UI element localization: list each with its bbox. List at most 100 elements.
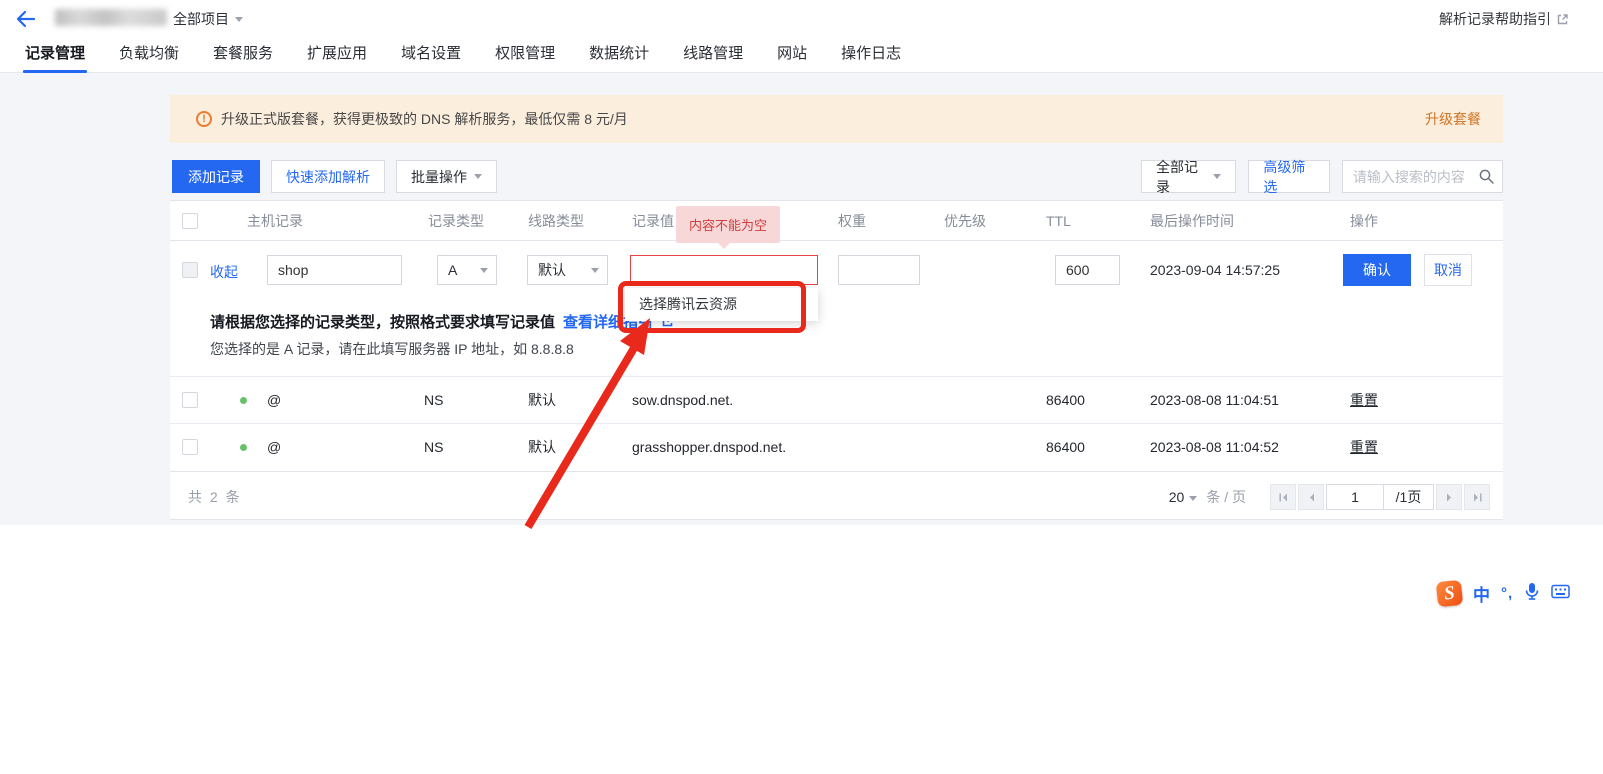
table-row: @ NS 默认 sow.dnspod.net. 86400 2023-08-08…: [170, 376, 1503, 423]
pagination: 20 条 / 页 /1页: [1169, 484, 1490, 510]
cell-line: 默认: [528, 377, 556, 423]
toolbar-right: 全部记录 高级筛选: [1141, 160, 1503, 193]
col-ttl: TTL: [1046, 201, 1071, 241]
batch-operations-dropdown[interactable]: 批量操作: [396, 160, 497, 193]
table-footer: 共 2 条 20 条 / 页 /1页: [170, 471, 1503, 521]
col-actions: 操作: [1350, 201, 1378, 241]
record-type-value: A: [448, 262, 457, 278]
warning-icon: !: [196, 111, 212, 127]
line-type-select[interactable]: 默认: [527, 255, 608, 285]
tab-extensions[interactable]: 扩展应用: [307, 38, 367, 73]
record-value-help-title: 请根据您选择的记录类型，按照格式要求填写记录值 查看详细指引: [210, 311, 674, 332]
chevron-down-icon[interactable]: [1189, 496, 1197, 501]
per-page-label: 条 / 页: [1206, 487, 1246, 507]
ime-punctuation-toggle[interactable]: °,: [1501, 585, 1513, 602]
chevron-down-icon: [474, 174, 482, 179]
search-icon[interactable]: [1478, 168, 1495, 188]
record-filter-label: 全部记录: [1156, 157, 1206, 197]
edit-record-row: 收起 A 默认 2023-09-04 14:57:25 确认 取消 请根据您选择…: [170, 241, 1503, 376]
page-number-input[interactable]: [1326, 484, 1384, 510]
reset-link[interactable]: 重置: [1350, 424, 1378, 470]
col-value: 记录值: [632, 201, 674, 241]
row-checkbox[interactable]: [182, 392, 198, 408]
cell-host: @: [267, 377, 281, 423]
host-input[interactable]: [267, 255, 402, 285]
prev-page-button[interactable]: [1298, 484, 1324, 510]
tab-data-statistics[interactable]: 数据统计: [589, 38, 649, 73]
chevron-down-icon: [1213, 174, 1221, 179]
tab-bar: 记录管理 负载均衡 套餐服务 扩展应用 域名设置 权限管理 数据统计 线路管理 …: [0, 38, 1603, 73]
select-tencent-resource-option[interactable]: 选择腾讯云资源: [625, 288, 818, 321]
help-guide-label: 解析记录帮助指引: [1439, 9, 1551, 29]
status-dot-icon: [240, 444, 247, 451]
tab-permission-management[interactable]: 权限管理: [495, 38, 555, 73]
blurred-project-name: [55, 9, 167, 26]
project-filter-label: 全部项目: [173, 9, 229, 29]
status-dot-icon: [240, 397, 247, 404]
record-value-help-detail: 您选择的是 A 记录，请在此填写服务器 IP 地址，如 8.8.8.8: [210, 339, 574, 359]
weight-input[interactable]: [838, 255, 920, 285]
microphone-icon[interactable]: [1524, 582, 1540, 604]
record-filter-dropdown[interactable]: 全部记录: [1141, 160, 1236, 193]
upgrade-banner: ! 升级正式版套餐，获得更极致的 DNS 解析服务，最低仅需 8 元/月 升级套…: [170, 95, 1503, 143]
col-priority: 优先级: [944, 201, 986, 241]
row-checkbox[interactable]: [182, 262, 198, 278]
ttl-input[interactable]: [1055, 255, 1120, 285]
banner-message: 升级正式版套餐，获得更极致的 DNS 解析服务，最低仅需 8 元/月: [221, 109, 628, 129]
cell-value: grasshopper.dnspod.net.: [632, 424, 786, 470]
topbar: 全部项目 解析记录帮助指引: [0, 0, 1603, 38]
record-type-select[interactable]: A: [437, 255, 497, 285]
keyboard-icon[interactable]: [1551, 584, 1570, 602]
chevron-down-icon: [235, 17, 243, 22]
select-all-checkbox[interactable]: [182, 213, 198, 229]
add-record-button[interactable]: 添加记录: [172, 160, 260, 193]
tab-load-balancing[interactable]: 负载均衡: [119, 38, 179, 73]
total-pages-label: /1页: [1384, 484, 1434, 510]
col-line: 线路类型: [528, 201, 584, 241]
cell-line: 默认: [528, 424, 556, 470]
tab-line-management[interactable]: 线路管理: [683, 38, 743, 73]
cell-type: NS: [424, 424, 443, 470]
tab-website[interactable]: 网站: [777, 38, 807, 73]
cell-ttl: 86400: [1046, 424, 1085, 470]
confirm-button[interactable]: 确认: [1343, 254, 1411, 286]
col-weight: 权重: [838, 201, 866, 241]
record-value-input[interactable]: [630, 255, 818, 285]
upgrade-plan-link[interactable]: 升级套餐: [1425, 109, 1481, 129]
search-box: [1342, 160, 1503, 193]
toolbar-left: 添加记录 快速添加解析 批量操作: [172, 160, 497, 193]
collapse-link[interactable]: 收起: [210, 262, 238, 282]
first-page-button[interactable]: [1270, 484, 1296, 510]
sogou-logo-icon[interactable]: S: [1436, 579, 1463, 606]
help-guide-link[interactable]: 解析记录帮助指引: [1439, 9, 1569, 29]
external-link-icon: [1556, 13, 1569, 26]
tab-plan-service[interactable]: 套餐服务: [213, 38, 273, 73]
reset-link[interactable]: 重置: [1350, 377, 1378, 423]
col-type: 记录类型: [428, 201, 484, 241]
last-page-button[interactable]: [1464, 484, 1490, 510]
line-type-value: 默认: [538, 260, 566, 280]
page-size-value[interactable]: 20: [1169, 489, 1185, 505]
cell-value: sow.dnspod.net.: [632, 377, 733, 423]
cancel-button[interactable]: 取消: [1424, 254, 1472, 286]
ime-language-toggle[interactable]: 中: [1473, 581, 1490, 606]
records-table: 主机记录 记录类型 线路类型 记录值 权重 优先级 TTL 最后操作时间 操作 …: [170, 200, 1503, 520]
total-count: 共 2 条: [188, 472, 242, 522]
ime-toolbar: S 中 °,: [1437, 578, 1570, 608]
resource-dropdown: 选择腾讯云资源: [625, 288, 818, 321]
project-filter-dropdown[interactable]: 全部项目: [173, 9, 243, 29]
validation-error-tooltip: 内容不能为空: [676, 206, 780, 243]
advanced-filter-button[interactable]: 高级筛选: [1248, 160, 1330, 193]
next-page-button[interactable]: [1436, 484, 1462, 510]
table-row: @ NS 默认 grasshopper.dnspod.net. 86400 20…: [170, 423, 1503, 471]
tab-record-management[interactable]: 记录管理: [25, 38, 85, 73]
row-checkbox[interactable]: [182, 439, 198, 455]
cell-type: NS: [424, 377, 443, 423]
tab-domain-settings[interactable]: 域名设置: [401, 38, 461, 73]
cell-ttl: 86400: [1046, 377, 1085, 423]
tab-operation-log[interactable]: 操作日志: [841, 38, 901, 73]
chevron-down-icon: [591, 268, 599, 273]
quick-add-button[interactable]: 快速添加解析: [271, 160, 385, 193]
cell-updated: 2023-08-08 11:04:51: [1150, 377, 1279, 423]
back-arrow-icon[interactable]: [14, 7, 38, 31]
